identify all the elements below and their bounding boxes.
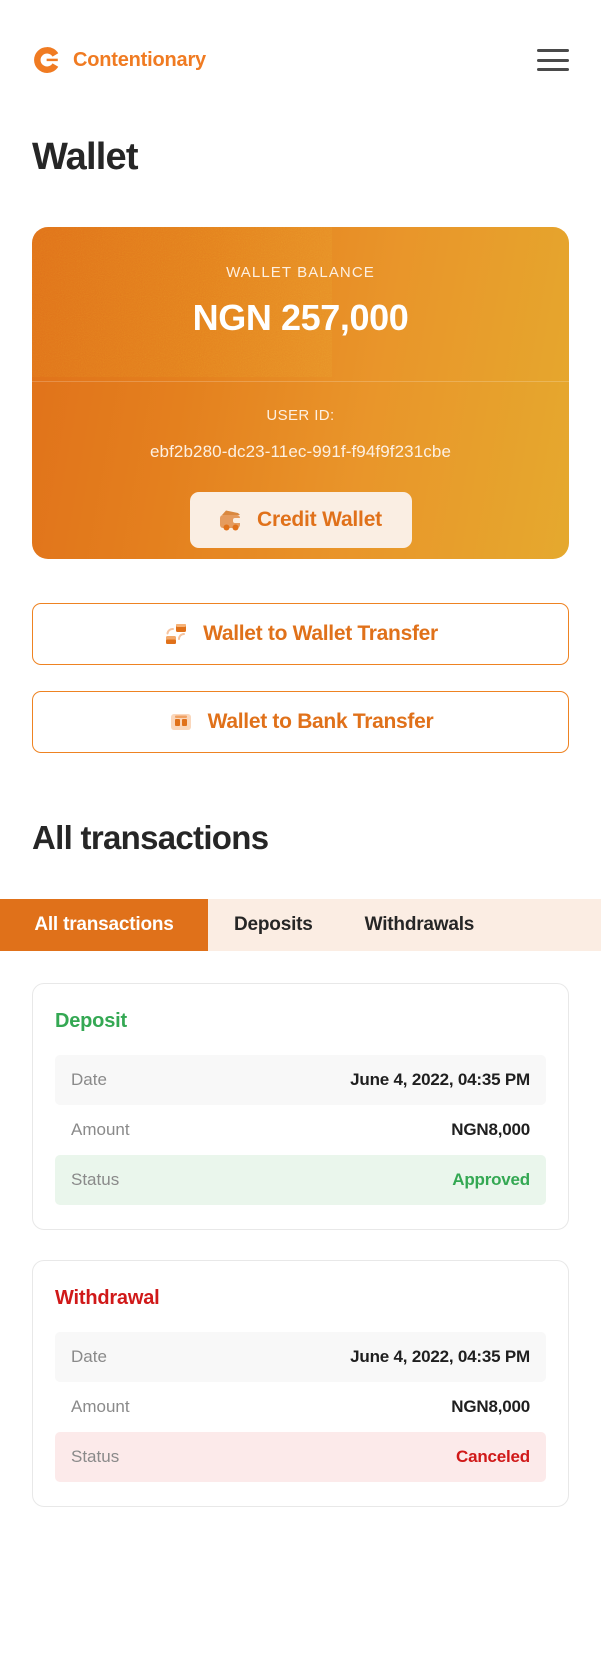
- amount-label: Amount: [71, 1397, 130, 1416]
- date-label: Date: [71, 1347, 107, 1366]
- date-value: June 4, 2022, 04:35 PM: [350, 1347, 530, 1366]
- page-title: Wallet: [32, 136, 139, 178]
- transaction-detail-rows: Date June 4, 2022, 04:35 PM Amount NGN8,…: [55, 1055, 546, 1205]
- status-badge: Approved: [452, 1170, 530, 1189]
- date-value: June 4, 2022, 04:35 PM: [350, 1070, 530, 1089]
- user-id-value: ebf2b280-dc23-11ec-991f-f94f9f231cbe: [149, 442, 451, 461]
- wallet-to-bank-transfer-button[interactable]: Wallet to Bank Transfer: [32, 691, 569, 753]
- tab-withdrawals-label: Withdrawals: [364, 914, 475, 935]
- transaction-amount-row: Amount NGN8,000: [55, 1382, 546, 1432]
- transaction-status-row: Status Canceled: [55, 1432, 546, 1482]
- wallet-to-bank-label: Wallet to Bank Transfer: [207, 710, 434, 733]
- transaction-date-row: Date June 4, 2022, 04:35 PM: [55, 1055, 546, 1105]
- status-badge: Canceled: [456, 1447, 530, 1466]
- bank-transfer-icon: [170, 714, 191, 730]
- tab-all-transactions-label: All transactions: [34, 914, 174, 935]
- transaction-date-row: Date June 4, 2022, 04:35 PM: [55, 1332, 546, 1382]
- brand-name: Contentionary: [73, 48, 206, 71]
- amount-value: NGN8,000: [451, 1397, 530, 1416]
- hamburger-bar: [537, 68, 569, 71]
- transaction-type: Deposit: [55, 1010, 127, 1032]
- brand-logo[interactable]: Contentionary: [32, 45, 206, 75]
- tab-deposits-label: Deposits: [234, 914, 313, 935]
- transactions-tabbar: All transactions Deposits Withdrawals: [0, 899, 601, 951]
- tab-deposits[interactable]: Deposits: [208, 899, 339, 951]
- transaction-amount-row: Amount NGN8,000: [55, 1105, 546, 1155]
- wallet-transfer-icon: [166, 624, 187, 644]
- credit-wallet-button[interactable]: Credit Wallet: [189, 492, 412, 548]
- status-label: Status: [71, 1447, 120, 1466]
- transaction-card[interactable]: Withdrawal Date June 4, 2022, 04:35 PM A…: [32, 1260, 569, 1507]
- transaction-detail-rows: Date June 4, 2022, 04:35 PM Amount NGN8,…: [55, 1332, 546, 1482]
- app-header: Contentionary: [0, 0, 601, 120]
- tab-all-transactions[interactable]: All transactions: [0, 899, 208, 951]
- user-id-label: USER ID:: [266, 407, 335, 424]
- hamburger-bar: [537, 49, 569, 52]
- contentionary-c-logo-icon: [34, 47, 59, 73]
- wallet-cash-icon: [220, 510, 242, 531]
- amount-label: Amount: [71, 1120, 130, 1139]
- credit-wallet-label: Credit Wallet: [257, 508, 382, 531]
- hamburger-bar: [537, 58, 569, 62]
- transaction-type: Withdrawal: [55, 1287, 160, 1309]
- transactions-heading: All transactions: [32, 819, 269, 856]
- transactions-list: Deposit Date June 4, 2022, 04:35 PM Amou…: [0, 983, 601, 1507]
- wallet-page: Contentionary Wallet WALLET BALANCE NGN …: [0, 0, 601, 1676]
- wallet-to-wallet-label: Wallet to Wallet Transfer: [203, 622, 438, 645]
- date-label: Date: [71, 1070, 107, 1089]
- wallet-balance-card: WALLET BALANCE NGN 257,000 USER ID: ebf2…: [32, 227, 569, 559]
- transaction-status-row: Status Approved: [55, 1155, 546, 1205]
- amount-value: NGN8,000: [451, 1120, 530, 1139]
- tab-withdrawals[interactable]: Withdrawals: [339, 899, 501, 951]
- card-divider: [32, 381, 569, 382]
- hamburger-menu-icon[interactable]: [537, 49, 569, 71]
- status-label: Status: [71, 1170, 120, 1189]
- wallet-to-wallet-transfer-button[interactable]: Wallet to Wallet Transfer: [32, 603, 569, 665]
- transaction-card[interactable]: Deposit Date June 4, 2022, 04:35 PM Amou…: [32, 983, 569, 1230]
- balance-label: WALLET BALANCE: [226, 264, 375, 281]
- balance-amount: NGN 257,000: [192, 297, 409, 338]
